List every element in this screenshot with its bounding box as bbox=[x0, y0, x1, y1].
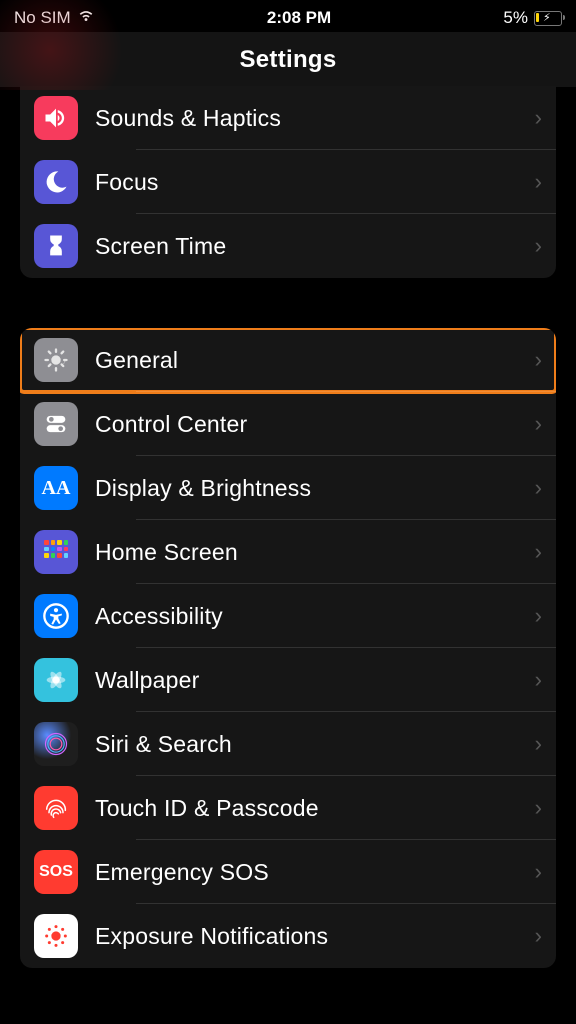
row-sos[interactable]: SOS Emergency SOS › bbox=[20, 840, 556, 904]
chevron-right-icon: › bbox=[535, 667, 542, 693]
row-label: Exposure Notifications bbox=[95, 923, 527, 950]
control-center-icon bbox=[34, 402, 78, 446]
chevron-right-icon: › bbox=[535, 475, 542, 501]
display-icon: AA bbox=[34, 466, 78, 510]
row-touchid[interactable]: Touch ID & Passcode › bbox=[20, 776, 556, 840]
row-label: Display & Brightness bbox=[95, 475, 527, 502]
row-wallpaper[interactable]: Wallpaper › bbox=[20, 648, 556, 712]
row-screentime[interactable]: Screen Time › bbox=[20, 214, 556, 278]
chevron-right-icon: › bbox=[535, 603, 542, 629]
chevron-right-icon: › bbox=[535, 731, 542, 757]
wifi-icon bbox=[77, 8, 95, 28]
row-label: Emergency SOS bbox=[95, 859, 527, 886]
row-display[interactable]: AA Display & Brightness › bbox=[20, 456, 556, 520]
row-siri[interactable]: Siri & Search › bbox=[20, 712, 556, 776]
row-label: Accessibility bbox=[95, 603, 527, 630]
siri-icon bbox=[34, 722, 78, 766]
carrier-text: No SIM bbox=[14, 8, 71, 28]
row-label: Control Center bbox=[95, 411, 527, 438]
row-sounds[interactable]: Sounds & Haptics › bbox=[20, 86, 556, 150]
touchid-icon bbox=[34, 786, 78, 830]
exposure-icon bbox=[34, 914, 78, 958]
chevron-right-icon: › bbox=[535, 539, 542, 565]
general-icon bbox=[34, 338, 78, 382]
row-label: Touch ID & Passcode bbox=[95, 795, 527, 822]
chevron-right-icon: › bbox=[535, 923, 542, 949]
chevron-right-icon: › bbox=[535, 859, 542, 885]
sos-glyph: SOS bbox=[39, 863, 73, 881]
aa-glyph: AA bbox=[42, 477, 71, 500]
home-screen-icon bbox=[34, 530, 78, 574]
row-exposure[interactable]: Exposure Notifications › bbox=[20, 904, 556, 968]
settings-group-1: Sounds & Haptics › Focus › Screen Time › bbox=[20, 86, 556, 278]
row-label: Sounds & Haptics bbox=[95, 105, 527, 132]
row-home-screen[interactable]: Home Screen › bbox=[20, 520, 556, 584]
row-control-center[interactable]: Control Center › bbox=[20, 392, 556, 456]
battery-icon: ⚡︎ bbox=[534, 11, 562, 26]
chevron-right-icon: › bbox=[535, 347, 542, 373]
sounds-icon bbox=[34, 96, 78, 140]
accessibility-icon bbox=[34, 594, 78, 638]
row-label: Home Screen bbox=[95, 539, 527, 566]
chevron-right-icon: › bbox=[535, 411, 542, 437]
sos-icon: SOS bbox=[34, 850, 78, 894]
focus-icon bbox=[34, 160, 78, 204]
status-bar: No SIM 2:08 PM 5% ⚡︎ bbox=[0, 0, 576, 32]
battery-percent: 5% bbox=[503, 8, 528, 28]
row-focus[interactable]: Focus › bbox=[20, 150, 556, 214]
page-title: Settings bbox=[239, 46, 336, 74]
chevron-right-icon: › bbox=[535, 169, 542, 195]
nav-header: Settings bbox=[0, 32, 576, 88]
row-general[interactable]: General › bbox=[20, 328, 556, 392]
clock: 2:08 PM bbox=[267, 8, 331, 28]
wallpaper-icon bbox=[34, 658, 78, 702]
row-label: Screen Time bbox=[95, 233, 527, 260]
screentime-icon bbox=[34, 224, 78, 268]
row-label: Focus bbox=[95, 169, 527, 196]
row-accessibility[interactable]: Accessibility › bbox=[20, 584, 556, 648]
chevron-right-icon: › bbox=[535, 233, 542, 259]
settings-group-2: General › Control Center › AA Display & … bbox=[20, 328, 556, 968]
row-label: General bbox=[95, 347, 527, 374]
chevron-right-icon: › bbox=[535, 105, 542, 131]
row-label: Siri & Search bbox=[95, 731, 527, 758]
row-label: Wallpaper bbox=[95, 667, 527, 694]
chevron-right-icon: › bbox=[535, 795, 542, 821]
